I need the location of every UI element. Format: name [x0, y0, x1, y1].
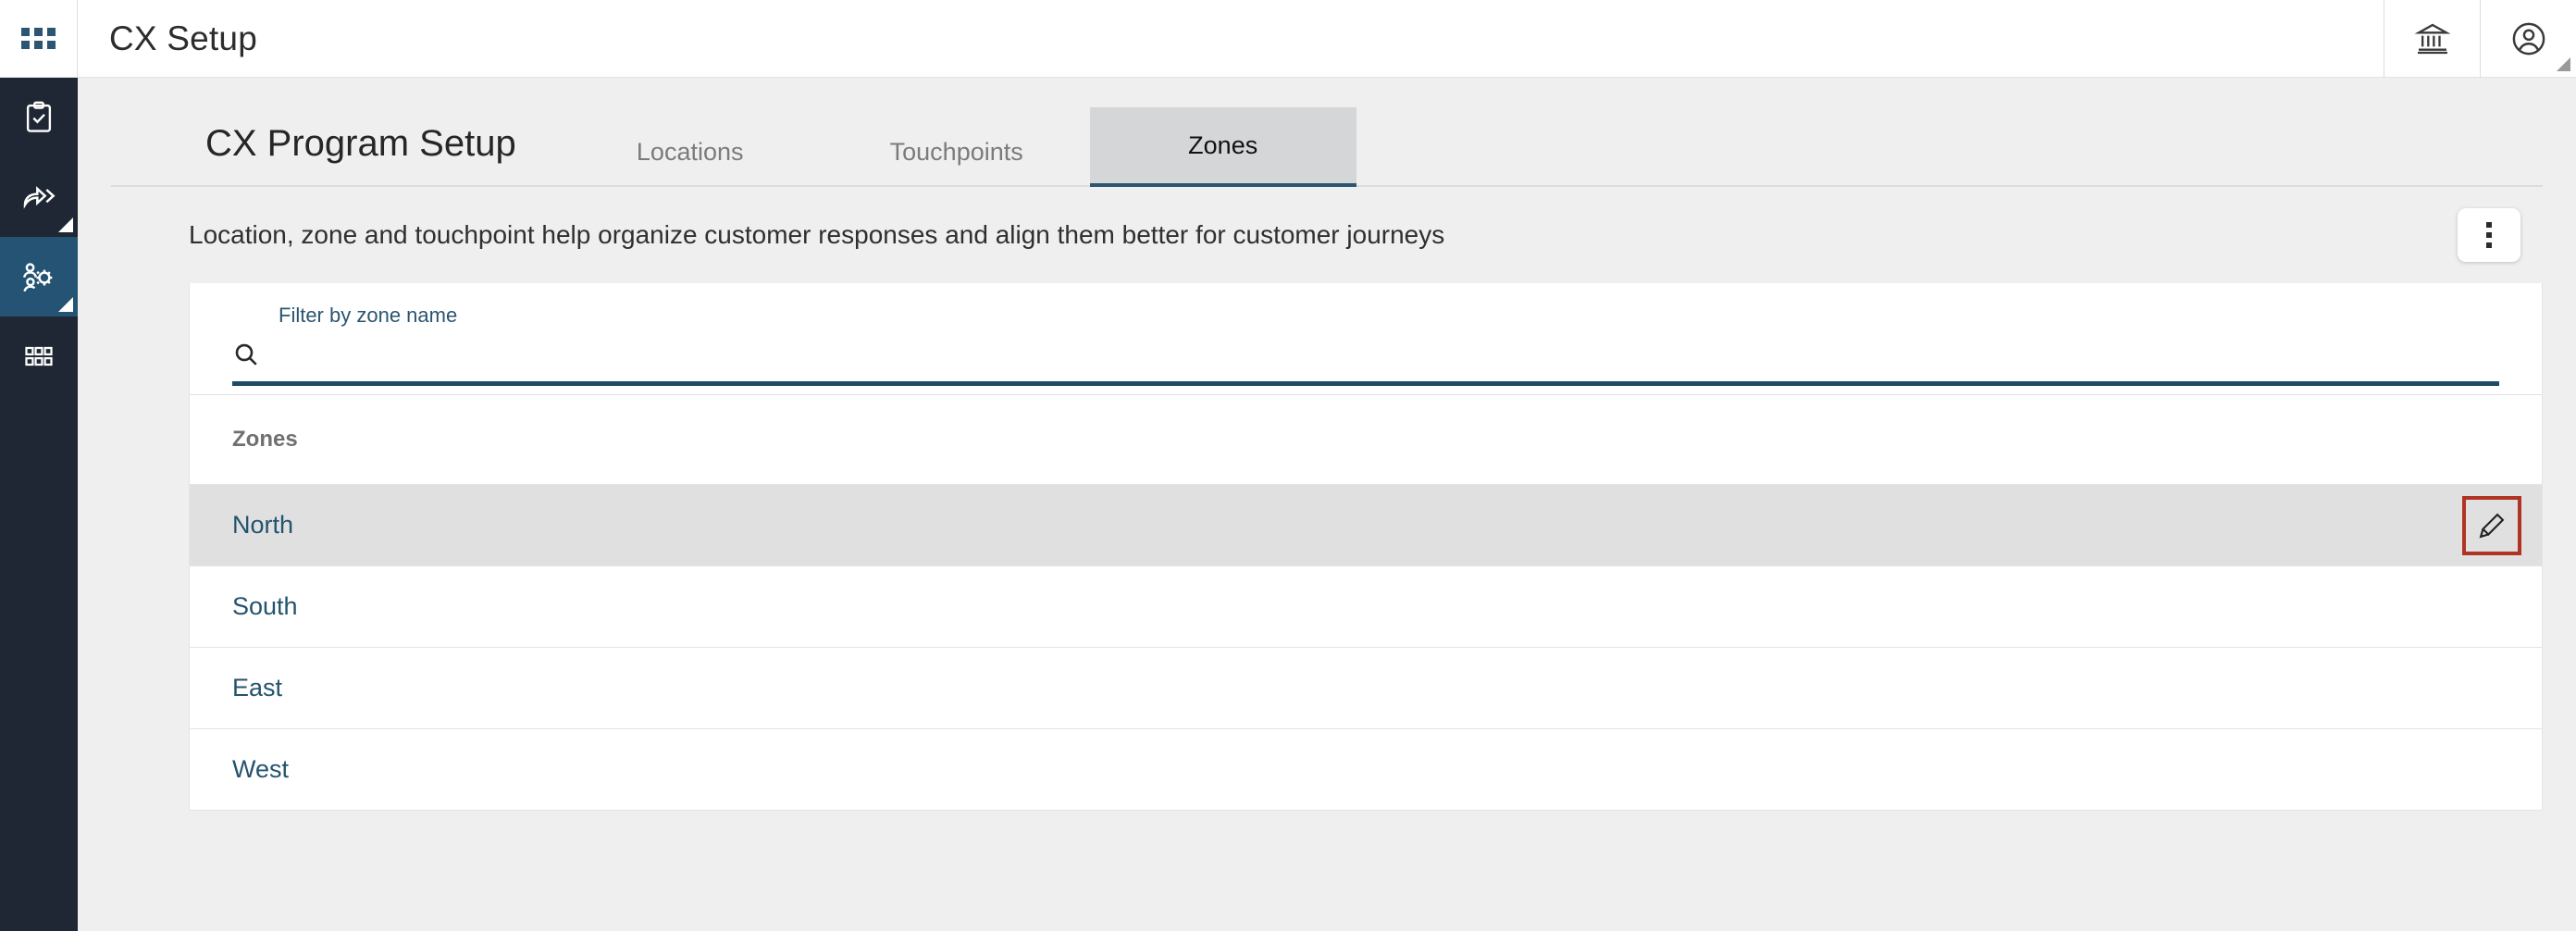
page-header-row: CX Program Setup Locations Touchpoints Z…: [111, 78, 2543, 187]
list-column-header: Zones: [190, 395, 2542, 484]
app-root: CX Setup CX Program Setup Locations Touc…: [0, 0, 2576, 931]
people-gear-icon: [23, 263, 53, 292]
section-description: Location, zone and touchpoint help organ…: [189, 220, 1445, 249]
tab-locations[interactable]: Locations: [557, 118, 824, 187]
clipboard-check-icon: [26, 101, 52, 132]
institution-button[interactable]: [2384, 0, 2480, 77]
user-account-icon: [2512, 22, 2545, 55]
filter-input-underline: [232, 381, 2499, 386]
sidebar-item-surveys[interactable]: [0, 78, 78, 157]
sidebar-item-modules[interactable]: [0, 317, 78, 396]
grid-apps-icon: [21, 28, 56, 49]
search-input[interactable]: [277, 335, 2499, 374]
edit-zone-button[interactable]: [2462, 495, 2521, 555]
dropdown-corner-indicator-icon: [2557, 57, 2570, 71]
search-icon[interactable]: [232, 341, 260, 368]
share-arrow-icon: [23, 186, 56, 209]
zone-name: East: [232, 674, 283, 701]
bank-institution-icon: [2413, 23, 2451, 54]
kebab-menu-icon: [2486, 222, 2492, 228]
top-header-bar: CX Setup: [0, 0, 2576, 78]
zone-name: North: [232, 511, 294, 539]
column-header-zones: Zones: [232, 427, 298, 452]
apps-launcher-button[interactable]: [0, 0, 78, 77]
kebab-menu-icon: [2486, 232, 2492, 238]
kebab-menu-icon: [2486, 242, 2492, 248]
overflow-menu-button[interactable]: [2458, 208, 2520, 262]
table-row[interactable]: West: [190, 728, 2542, 810]
expand-corner-indicator-icon: [58, 217, 73, 232]
zone-name: West: [232, 755, 290, 783]
edit-pencil-icon: [2479, 513, 2505, 538]
page-title: CX Setup: [109, 19, 257, 57]
left-navigation-rail: [0, 78, 78, 931]
tab-bar: Locations Touchpoints Zones: [557, 78, 1356, 187]
zones-card: Filter by zone name Zones North South Ea…: [189, 283, 2543, 811]
account-menu-button[interactable]: [2480, 0, 2576, 77]
filter-input-row: [232, 335, 2499, 374]
main-content: CX Program Setup Locations Touchpoints Z…: [78, 78, 2576, 931]
subtitle-row: Location, zone and touchpoint help organ…: [111, 187, 2543, 283]
table-row[interactable]: North: [190, 484, 2542, 565]
tab-zones[interactable]: Zones: [1089, 107, 1356, 187]
sidebar-item-cx-setup[interactable]: [0, 237, 78, 317]
tab-touchpoints[interactable]: Touchpoints: [824, 118, 1090, 187]
table-row[interactable]: East: [190, 647, 2542, 728]
table-row[interactable]: South: [190, 565, 2542, 647]
zone-name: South: [232, 592, 298, 620]
filter-section: Filter by zone name: [190, 283, 2542, 394]
filter-label: Filter by zone name: [279, 304, 458, 327]
sidebar-item-distribution[interactable]: [0, 157, 78, 237]
app-title-container: CX Setup: [78, 0, 2384, 77]
grid-modules-icon: [25, 346, 53, 366]
section-title: CX Program Setup: [205, 123, 516, 164]
expand-corner-indicator-icon: [58, 297, 73, 312]
